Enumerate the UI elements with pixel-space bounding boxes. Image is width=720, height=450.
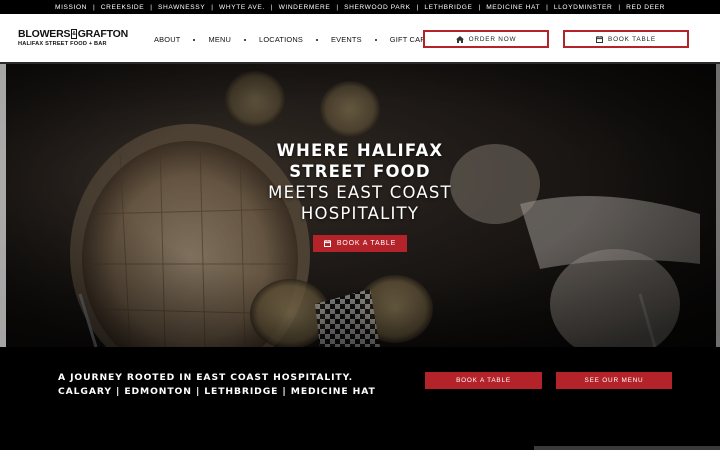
- location-separator: |: [618, 3, 621, 11]
- location-separator: |: [211, 3, 214, 11]
- main-nav: About Menu Locations Events Gift Cards: [154, 35, 436, 44]
- hero-heading-line: WHERE HALIFAX: [276, 141, 444, 160]
- order-now-button[interactable]: Order Now: [423, 30, 549, 48]
- location-link-shawnessy[interactable]: Shawnessy: [158, 4, 205, 11]
- intro-line: A JOURNEY ROOTED IN EAST COAST HOSPITALI…: [58, 372, 354, 383]
- logo-wordmark: BLOWERS & GRAFTON: [18, 28, 128, 40]
- nav-item-locations[interactable]: Locations: [259, 35, 303, 44]
- location-separator: |: [336, 3, 339, 11]
- site-logo[interactable]: BLOWERS & GRAFTON HALIFAX STREET FOOD + …: [18, 28, 128, 47]
- book-table-label: Book Table: [608, 35, 656, 43]
- logo-word-right: GRAFTON: [77, 28, 129, 40]
- logo-word-left: BLOWERS: [18, 28, 71, 40]
- location-strip: Mission | Creekside | Shawnessy | Whyte Ave. | W…: [0, 0, 720, 14]
- home-icon: [455, 35, 464, 43]
- location-separator: |: [93, 3, 95, 11]
- hero-heading-line: STREET FOOD: [289, 162, 431, 181]
- hero-section: WHERE HALIFAX STREET FOOD MEETS EAST COA…: [0, 64, 720, 347]
- hero-book-table-label: Book a Table: [336, 240, 397, 247]
- location-link-lloydminster[interactable]: Lloydminster: [554, 4, 613, 11]
- location-link-red-deer[interactable]: Red Deer: [626, 4, 665, 11]
- location-link-sherwood-park[interactable]: Sherwood Park: [344, 4, 411, 11]
- nav-item-menu[interactable]: Menu: [208, 35, 231, 44]
- location-separator: |: [546, 3, 548, 11]
- intro-text: A JOURNEY ROOTED IN EAST COAST HOSPITALI…: [58, 371, 376, 399]
- location-separator: |: [478, 3, 481, 11]
- hero-heading: WHERE HALIFAX STREET FOOD MEETS EAST COA…: [0, 140, 720, 224]
- book-table-button[interactable]: Book Table: [563, 30, 689, 48]
- nav-separator-dot: [244, 38, 247, 41]
- location-link-mission[interactable]: Mission: [55, 4, 87, 11]
- nav-item-events[interactable]: Events: [331, 35, 362, 44]
- location-link-windermere[interactable]: Windermere: [279, 4, 331, 11]
- location-link-lethbridge[interactable]: Lethbridge: [424, 4, 472, 11]
- location-separator: |: [416, 3, 419, 11]
- band-book-table-button[interactable]: Book a Table: [425, 372, 542, 389]
- calendar-icon: [323, 240, 331, 247]
- location-link-whyte-ave[interactable]: Whyte Ave.: [219, 4, 265, 11]
- band-corner-bar: [534, 446, 720, 450]
- logo-ampersand: &: [71, 29, 77, 39]
- hero-heading-line: HOSPITALITY: [300, 204, 420, 223]
- location-link-medicine-hat[interactable]: Medicine Hat: [486, 4, 540, 11]
- order-now-label: Order Now: [468, 35, 517, 43]
- location-link-creekside[interactable]: Creekside: [101, 4, 145, 11]
- calendar-icon: [596, 35, 604, 43]
- hero-book-table-button[interactable]: Book a Table: [313, 235, 407, 252]
- nav-separator-dot: [193, 38, 196, 41]
- nav-separator-dot: [316, 38, 318, 41]
- hero-heading-line: MEETS EAST COAST: [268, 183, 452, 202]
- see-our-menu-button[interactable]: See our Menu: [556, 372, 672, 389]
- nav-separator-dot: [374, 38, 377, 41]
- intro-cities-line: CALGARY | EDMONTON | LETHBRIDGE | MEDICI…: [58, 386, 376, 397]
- location-separator: |: [270, 3, 273, 11]
- intro-band: A JOURNEY ROOTED IN EAST COAST HOSPITALI…: [0, 347, 720, 450]
- logo-tagline: HALIFAX STREET FOOD + BAR: [18, 41, 107, 47]
- site-header: BLOWERS & GRAFTON HALIFAX STREET FOOD + …: [0, 14, 720, 64]
- nav-item-about[interactable]: About: [154, 35, 180, 44]
- location-separator: |: [150, 3, 152, 11]
